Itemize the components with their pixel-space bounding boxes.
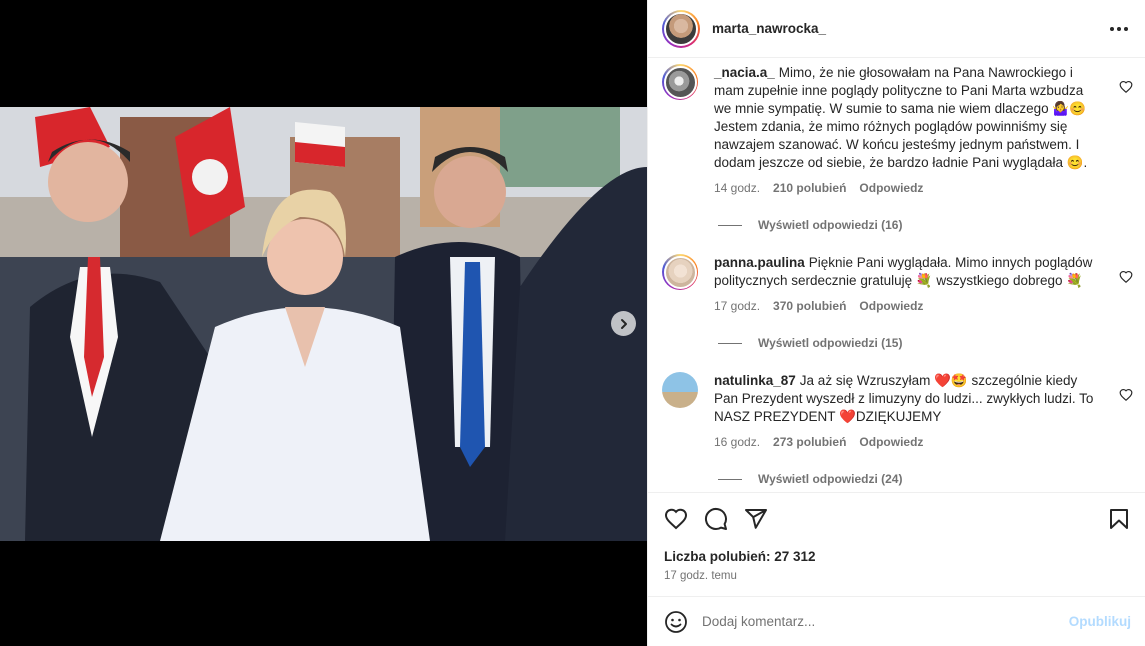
comment-icon[interactable] — [704, 507, 728, 531]
reply-button[interactable]: Odpowiedz — [859, 435, 923, 449]
comment-text: natulinka_87 Ja aż się Wzruszyłam ❤️🤩 szc… — [714, 372, 1104, 426]
comment-time: 16 godz. — [714, 435, 761, 449]
replies-divider — [718, 478, 742, 480]
heart-icon[interactable] — [1119, 80, 1133, 94]
likes-count[interactable]: Liczba polubień: 27 312 — [664, 549, 816, 564]
post-header: marta_nawrocka_ — [648, 0, 1145, 58]
comment-meta: 16 godz. 273 polubień Odpowiedz — [714, 435, 1104, 449]
comment-likes[interactable]: 210 polubień — [773, 181, 846, 195]
view-replies-label: Wyświetl odpowiedzi (15) — [758, 336, 903, 350]
heart-icon[interactable] — [664, 507, 688, 531]
comment-item: panna.paulina Pięknie Pani wyglądała. Mim… — [662, 254, 1135, 313]
post-photo[interactable] — [0, 107, 647, 541]
view-replies-button[interactable]: Wyświetl odpowiedzi (24) — [718, 472, 902, 486]
view-replies-button[interactable]: Wyświetl odpowiedzi (16) — [718, 218, 902, 232]
add-comment-bar: Opublikuj — [648, 596, 1145, 646]
commenter-username[interactable]: panna.paulina — [714, 255, 805, 270]
commenter-username[interactable]: _nacia.a_ — [714, 65, 775, 80]
comment-item: natulinka_87 Ja aż się Wzruszyłam ❤️🤩 szc… — [662, 372, 1135, 449]
comment-likes[interactable]: 370 polubień — [773, 299, 846, 313]
author-username[interactable]: marta_nawrocka_ — [712, 21, 826, 36]
post-time: 17 godz. temu — [664, 570, 737, 582]
view-replies-button[interactable]: Wyświetl odpowiedzi (15) — [718, 336, 902, 350]
instagram-post-modal: marta_nawrocka_ _nacia.a_ Mimo, że nie gł… — [0, 0, 1145, 646]
share-icon[interactable] — [744, 507, 768, 531]
reply-button[interactable]: Odpowiedz — [859, 181, 923, 195]
emoji-icon[interactable] — [664, 610, 688, 634]
comment-content: Mimo, że nie głosowałam na Pana Nawrocki… — [714, 65, 1088, 170]
comment-text: _nacia.a_ Mimo, że nie głosowałam na Pana… — [714, 64, 1104, 172]
commenter-avatar[interactable] — [662, 372, 698, 408]
comment-input[interactable] — [702, 614, 1069, 629]
bookmark-icon[interactable] — [1107, 507, 1131, 531]
view-replies-label: Wyświetl odpowiedzi (16) — [758, 218, 903, 232]
photo-illustration — [0, 107, 647, 541]
post-side-panel: marta_nawrocka_ _nacia.a_ Mimo, że nie gł… — [647, 0, 1145, 646]
comments-list[interactable]: _nacia.a_ Mimo, że nie głosowałam na Pana… — [648, 58, 1145, 492]
reply-button[interactable]: Odpowiedz — [859, 299, 923, 313]
replies-divider — [718, 342, 742, 344]
heart-icon[interactable] — [1119, 388, 1133, 402]
comment-likes[interactable]: 273 polubień — [773, 435, 846, 449]
comment-time: 17 godz. — [714, 299, 761, 313]
comment-time: 14 godz. — [714, 181, 761, 195]
more-options-button[interactable] — [1107, 17, 1131, 41]
author-avatar[interactable] — [662, 9, 700, 48]
carousel-next-button[interactable] — [611, 311, 636, 336]
more-icon — [1110, 26, 1128, 31]
commenter-username[interactable]: natulinka_87 — [714, 373, 796, 388]
comment-text: panna.paulina Pięknie Pani wyglądała. Mim… — [714, 254, 1104, 290]
heart-icon[interactable] — [1119, 270, 1133, 284]
media-pane — [0, 0, 647, 646]
chevron-right-icon — [620, 318, 627, 329]
post-actions: Liczba polubień: 27 312 17 godz. temu — [648, 492, 1145, 596]
commenter-avatar[interactable] — [662, 64, 698, 100]
replies-divider — [718, 224, 742, 226]
comment-item: _nacia.a_ Mimo, że nie głosowałam na Pana… — [662, 64, 1135, 195]
view-replies-label: Wyświetl odpowiedzi (24) — [758, 472, 903, 486]
comment-meta: 17 godz. 370 polubień Odpowiedz — [714, 299, 1104, 313]
action-bar — [664, 507, 1131, 531]
comment-meta: 14 godz. 210 polubień Odpowiedz — [714, 181, 1104, 195]
commenter-avatar[interactable] — [662, 254, 698, 290]
publish-button[interactable]: Opublikuj — [1069, 614, 1131, 629]
